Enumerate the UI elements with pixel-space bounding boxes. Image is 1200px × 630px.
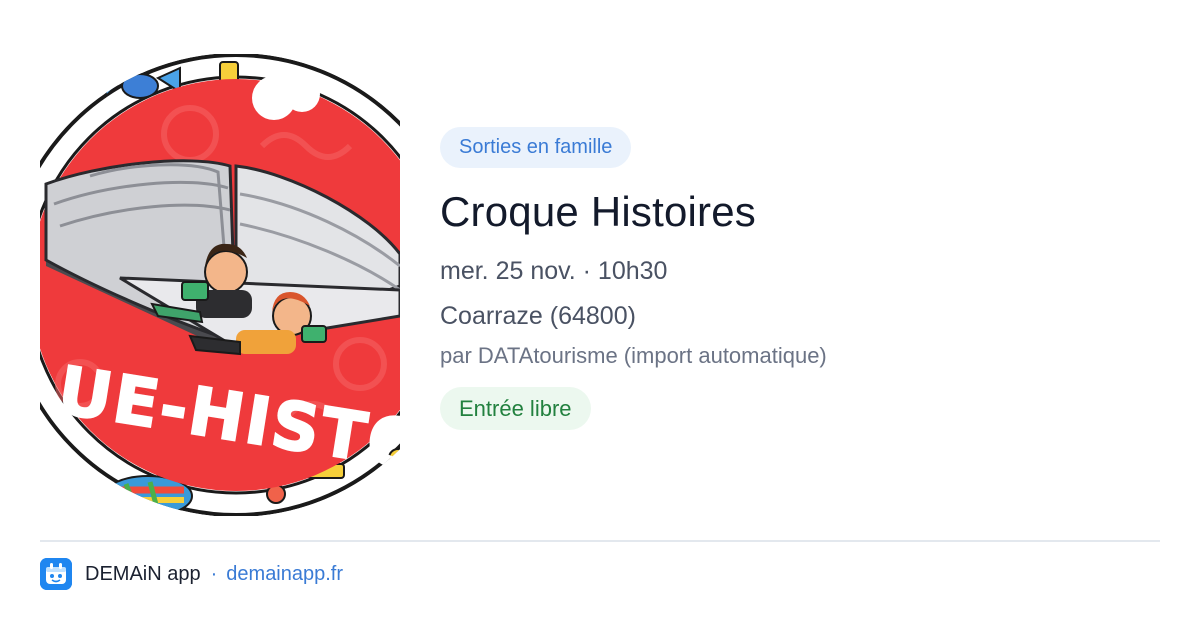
event-info: Sorties en famille Croque Histoires mer.… xyxy=(440,127,1160,430)
demain-app-icon xyxy=(40,558,72,590)
event-card: UE-HISTO Sorties en famille Croque Histo… xyxy=(0,0,1200,630)
event-location: Coarraze (64800) xyxy=(440,302,636,330)
event-title: Croque Histoires xyxy=(440,188,756,235)
event-image[interactable]: UE-HISTO xyxy=(40,54,400,516)
price-badge: Entrée libre xyxy=(440,387,591,430)
footer-divider xyxy=(40,540,1160,542)
event-datetime: mer. 25 nov. · 10h30 xyxy=(440,257,668,285)
event-source: par DATAtourisme (import automatique) xyxy=(440,343,827,368)
event-illustration: UE-HISTO xyxy=(40,54,400,516)
app-website-link[interactable]: demainapp.fr xyxy=(226,563,343,586)
footer: DEMAiN app · demainapp.fr xyxy=(40,558,343,590)
footer-separator: · xyxy=(210,562,218,585)
category-badge[interactable]: Sorties en famille xyxy=(440,127,632,168)
app-name: DEMAiN app xyxy=(85,562,201,585)
